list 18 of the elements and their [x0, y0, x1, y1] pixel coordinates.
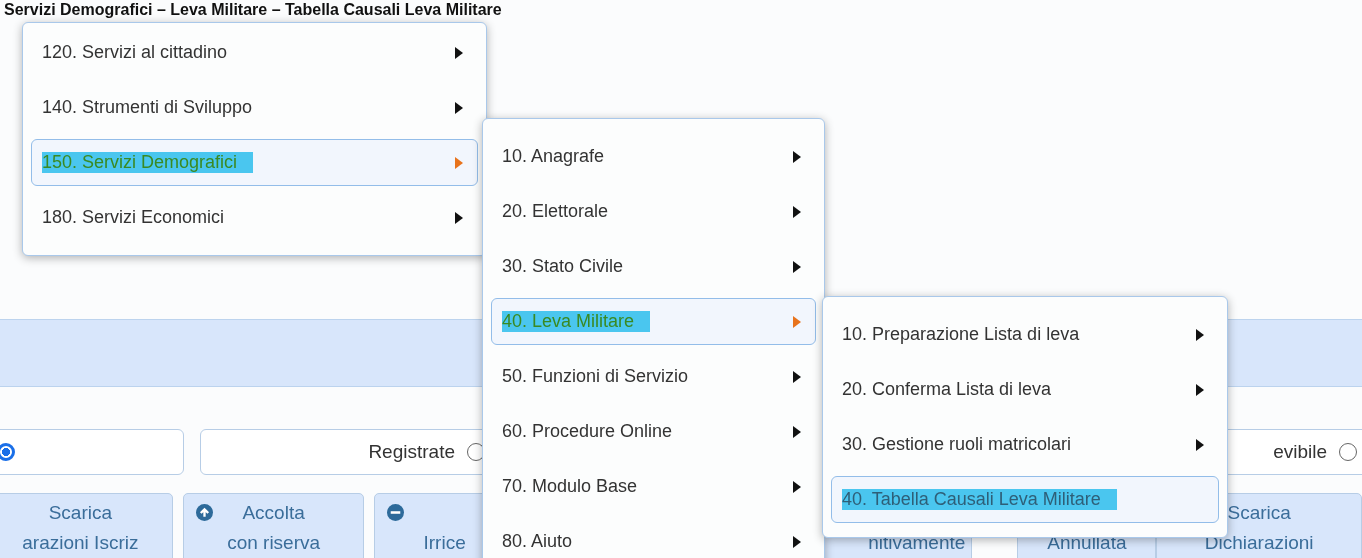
menu-item[interactable]: 20. Conferma Lista di leva	[831, 366, 1219, 413]
menu-item[interactable]: 50. Funzioni di Servizio	[491, 353, 816, 400]
menu-item[interactable]: 10. Preparazione Lista di leva	[831, 311, 1219, 358]
menu-item[interactable]: 30. Stato Civile	[491, 243, 816, 290]
breadcrumb-title: Servizi Demografici – Leva Militare – Tabella Causali Leva Militare	[3, 0, 503, 20]
minus-circle-icon	[387, 504, 405, 521]
menu-item[interactable]: 20. Elettorale	[491, 188, 816, 235]
menu-item[interactable]: 140. Strumenti di Sviluppo	[31, 84, 478, 131]
arrow-up-circle-icon	[195, 504, 213, 521]
radio-button[interactable]	[0, 443, 15, 461]
menu-item[interactable]: 180. Servizi Economici	[31, 194, 478, 241]
menu-item[interactable]: 120. Servizi al cittadino	[31, 29, 478, 76]
menu-item[interactable]: 40. Tabella Causali Leva Militare	[831, 476, 1219, 523]
menu-item[interactable]: 30. Gestione ruoli matricolari	[831, 421, 1219, 468]
menu-item[interactable]: 10. Anagrafe	[491, 133, 816, 180]
action-button[interactable]: Scarica arazioni Iscriz	[0, 493, 173, 558]
action-button[interactable]: Accolta con riserva	[182, 493, 365, 558]
menu-item[interactable]: 80. Aiuto	[491, 518, 816, 558]
